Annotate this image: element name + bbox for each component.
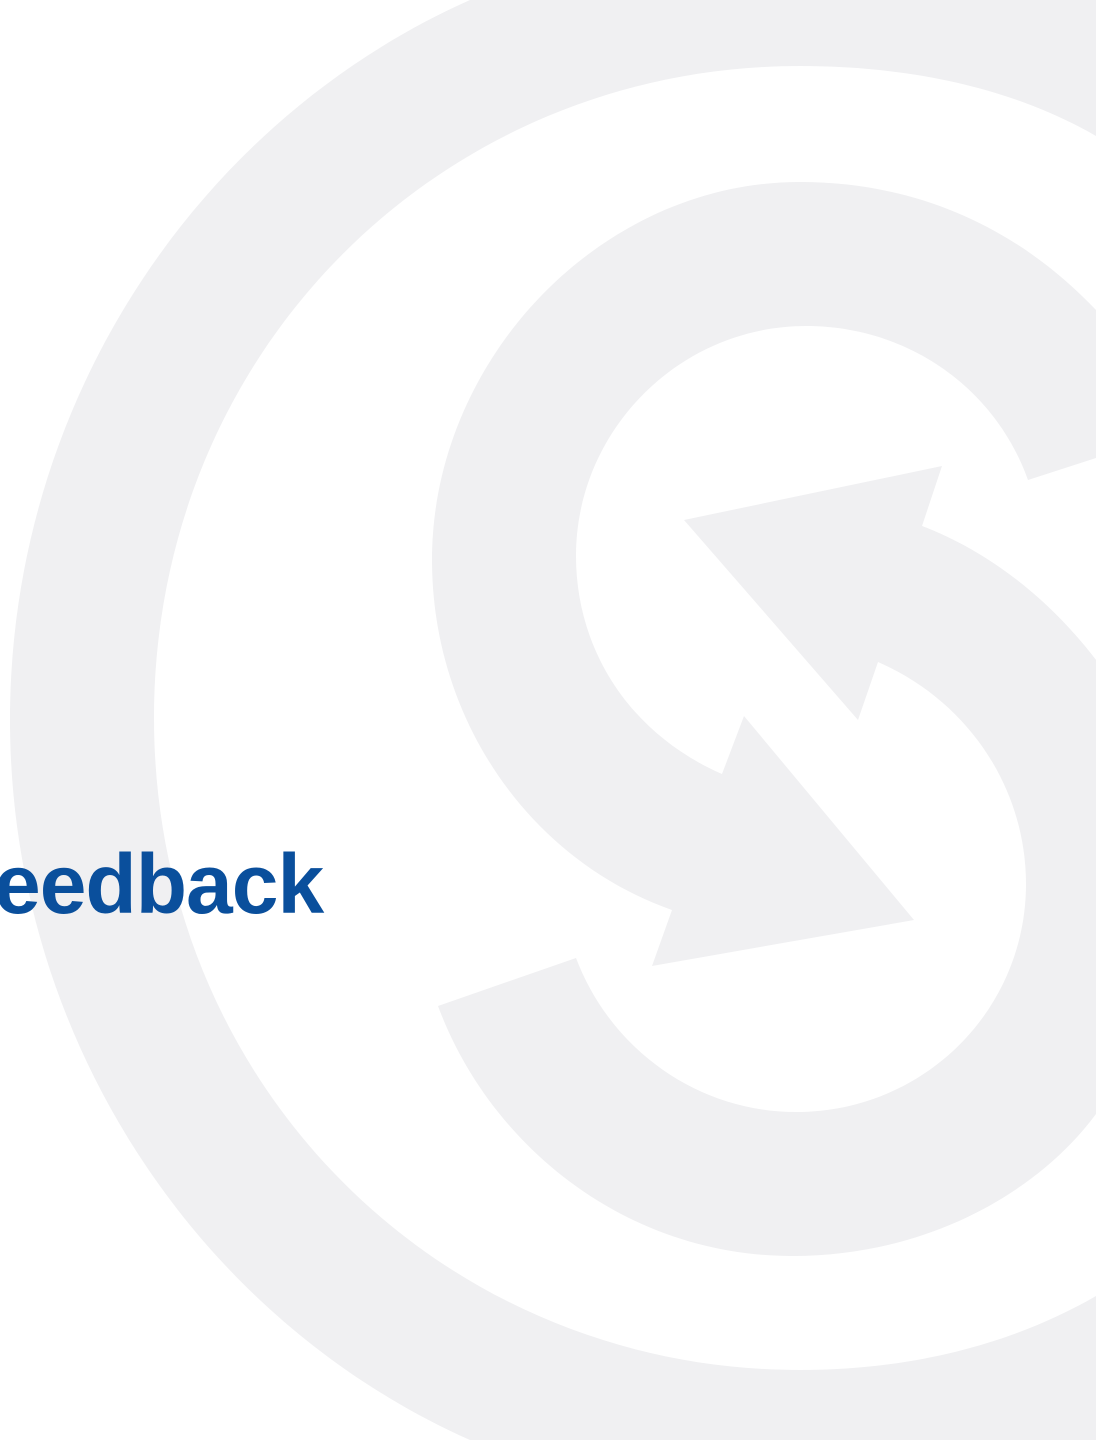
document-page: eedback (0, 0, 1096, 1440)
circular-arrows-logo-icon (10, 0, 1096, 1440)
watermark-shapes (10, 0, 1096, 1440)
page-title: eedback (0, 837, 324, 931)
